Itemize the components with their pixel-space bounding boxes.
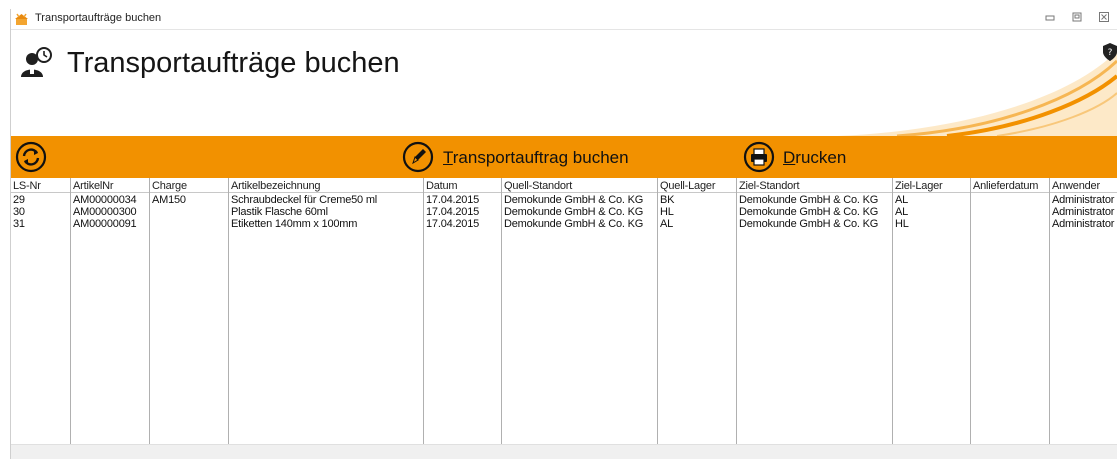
pencil-icon	[402, 141, 434, 173]
cell-artikelnr: AM00000300	[73, 206, 137, 218]
cell-datum: 17.04.2015	[426, 194, 480, 206]
column-header-ziel-lager[interactable]: Ziel-Lager	[895, 180, 943, 192]
cell-ls-nr: 30	[13, 206, 25, 218]
column-divider[interactable]	[1049, 178, 1050, 444]
column-divider[interactable]	[501, 178, 502, 444]
column-header-anlieferdatum[interactable]: Anlieferdatum	[973, 180, 1038, 192]
column-divider[interactable]	[149, 178, 150, 444]
cell-anwender: Administrator	[1052, 206, 1115, 218]
cell-ziel-standort: Demokunde GmbH & Co. KG	[739, 206, 879, 218]
page-title: Transportaufträge buchen	[67, 47, 400, 79]
cell-quell-lager: HL	[660, 206, 674, 218]
svg-text:?: ?	[1108, 48, 1113, 58]
cell-quell-standort: Demokunde GmbH & Co. KG	[504, 194, 644, 206]
minimize-button[interactable]	[1037, 10, 1063, 29]
column-divider[interactable]	[970, 178, 971, 444]
cell-artikelbezeichnung: Etiketten 140mm x 100mm	[231, 218, 358, 230]
column-header-ziel-standort[interactable]: Ziel-Standort	[739, 180, 800, 192]
main-window: Transportaufträge buchen Transportaufträ…	[10, 9, 1117, 459]
status-bar	[11, 444, 1117, 459]
cell-quell-standort: Demokunde GmbH & Co. KG	[504, 218, 644, 230]
cell-datum: 17.04.2015	[426, 206, 480, 218]
cell-ziel-lager: AL	[895, 206, 909, 218]
book-transport-label: Transportauftrag buchen	[443, 148, 629, 167]
column-divider[interactable]	[423, 178, 424, 444]
column-divider[interactable]	[892, 178, 893, 444]
cell-ziel-standort: Demokunde GmbH & Co. KG	[739, 218, 879, 230]
cell-quell-lager: BK	[660, 194, 675, 206]
cell-ziel-lager: HL	[895, 218, 909, 230]
print-label: Drucken	[783, 148, 847, 167]
cell-ziel-standort: Demokunde GmbH & Co. KG	[739, 194, 879, 206]
cell-artikelbezeichnung: Plastik Flasche 60ml	[231, 206, 328, 218]
action-toolbar: Transportauftrag buchen Drucken	[11, 136, 1117, 178]
cell-artikelbezeichnung: Schraubdeckel für Creme50 ml	[231, 194, 378, 206]
close-button[interactable]	[1091, 10, 1117, 29]
column-divider[interactable]	[70, 178, 71, 444]
cell-ls-nr: 29	[13, 194, 25, 206]
cell-charge: AM150	[152, 194, 186, 206]
refresh-icon[interactable]	[15, 141, 47, 173]
cell-datum: 17.04.2015	[426, 218, 480, 230]
cell-anwender: Administrator	[1052, 218, 1115, 230]
column-header-artikelbezeichnung[interactable]: Artikelbezeichnung	[231, 180, 321, 192]
column-divider[interactable]	[736, 178, 737, 444]
title-bar: Transportaufträge buchen	[11, 9, 1117, 30]
column-divider[interactable]	[657, 178, 658, 444]
column-header-ls-nr[interactable]: LS-Nr	[13, 180, 41, 192]
help-shield-icon[interactable]: ?	[1103, 43, 1117, 61]
close-icon	[1099, 12, 1109, 22]
printer-icon	[743, 141, 775, 173]
cell-ziel-lager: AL	[895, 194, 909, 206]
window-title: Transportaufträge buchen	[35, 12, 162, 24]
cell-anwender: Administrator	[1052, 194, 1115, 206]
transport-orders-table[interactable]: LS-Nr ArtikelNr Charge Artikelbezeichnun…	[11, 178, 1117, 444]
users-clock-icon	[21, 47, 52, 77]
cell-quell-standort: Demokunde GmbH & Co. KG	[504, 206, 644, 218]
page-header: Transportaufträge buchen ?	[11, 31, 1117, 136]
header-swoosh-decoration	[837, 51, 1117, 136]
cell-quell-lager: AL	[660, 218, 674, 230]
restore-icon	[1072, 12, 1082, 22]
cell-artikelnr: AM00000034	[73, 194, 137, 206]
column-header-artikelnr[interactable]: ArtikelNr	[73, 180, 114, 192]
cell-artikelnr: AM00000091	[73, 218, 137, 230]
table-header-separator	[11, 192, 1117, 193]
column-header-quell-standort[interactable]: Quell-Standort	[504, 180, 572, 192]
column-header-quell-lager[interactable]: Quell-Lager	[660, 180, 715, 192]
column-header-anwender[interactable]: Anwender	[1052, 180, 1100, 192]
minimize-icon	[1045, 15, 1055, 21]
column-header-charge[interactable]: Charge	[152, 180, 187, 192]
column-header-datum[interactable]: Datum	[426, 180, 458, 192]
restore-button[interactable]	[1064, 10, 1090, 29]
app-icon	[15, 13, 28, 25]
column-divider[interactable]	[228, 178, 229, 444]
cell-ls-nr: 31	[13, 218, 25, 230]
